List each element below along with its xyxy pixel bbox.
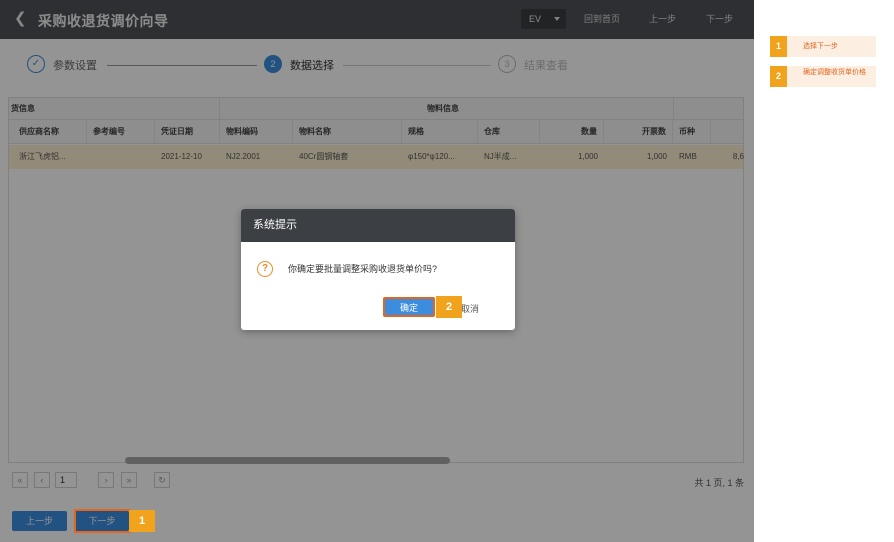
next-page-icon[interactable]: › [98,472,114,488]
wizard-steps: ✓ 参数设置 2 数据选择 3 结果查看 [0,48,754,80]
dialog-title: 系统提示 [241,209,515,242]
confirm-dialog: 系统提示 ? 你确定要批量调整采购收退货单价吗? 确定 取消 2 [241,209,515,330]
cell-amount: 8,6 [732,152,744,161]
cell-warehouse: NJ半成... [484,152,517,161]
step-connector [343,65,491,66]
annotation-step-1: 1 选择下一步 [770,36,876,57]
cell-date: 2021-12-10 [161,152,202,161]
last-page-icon[interactable]: » [121,472,137,488]
confirm-button[interactable]: 确定 [383,297,435,317]
column-header[interactable]: 凭证日期 [155,120,220,144]
cell-supplier: 浙江飞虎铝... [19,152,66,161]
dialog-message: 你确定要批量调整采购收退货单价吗? [288,264,438,274]
annotation-text: 选择下一步 [803,43,838,50]
column-divider [673,98,674,120]
cell-material-name: 40Cr圆钢轴套 [299,152,349,161]
back-chevron-icon[interactable]: ❮ [14,11,28,27]
step-1-label: 参数设置 [53,60,97,72]
page-number-input[interactable]: 1 [55,472,77,488]
step-3-label: 结果查看 [524,60,568,72]
caret-down-icon [554,17,560,21]
group-header-left: 货信息 [11,104,35,113]
cancel-button[interactable]: 取消 [461,302,479,315]
horizontal-scrollbar[interactable] [125,457,450,464]
cell-ref [87,145,155,169]
cell-invoiced: 1,000 [646,152,667,161]
column-header[interactable]: 仓库 [478,120,540,144]
group-header-material: 物料信息 [427,104,459,113]
step-1-check-icon: ✓ [27,55,45,73]
column-header[interactable]: 供应商名称 [13,120,87,144]
cell-currency: RMB [679,152,697,161]
cell-material-code: NJ2.2001 [226,152,261,161]
first-page-icon[interactable]: « [12,472,28,488]
step-3-indicator: 3 [498,55,516,73]
column-divider [219,98,220,120]
refresh-icon[interactable]: ↻ [154,472,170,488]
prev-page-icon[interactable]: ‹ [34,472,50,488]
column-header[interactable]: 规格 [402,120,478,144]
step-connector [107,65,257,66]
environment-label: EV [529,14,542,24]
annotation-text: 确定调整收货单价格 [803,69,866,76]
annotation-number: 1 [770,36,787,57]
column-header[interactable]: 物料名称 [293,120,402,144]
annotation-step-2: 2 确定调整收货单价格 [770,66,876,87]
column-header[interactable]: 币种 [673,120,711,144]
environment-select[interactable]: EV [521,9,566,29]
table-group-header: 货信息 物料信息 [9,98,743,120]
page-title: 采购收退货调价向导 [38,13,169,29]
wizard-window: ❮ 采购收退货调价向导 EV 回到首页 上一步 下一步 ✓ 参数设置 2 数据选… [0,0,754,542]
column-header[interactable]: 数量 [540,120,604,144]
column-header[interactable]: 开票数 [604,120,673,144]
annotation-number: 2 [770,66,787,87]
cell-spec: φ150*φ120... [408,152,455,161]
header-prev-button[interactable]: 上一步 [649,12,676,25]
question-icon: ? [257,261,273,277]
marker-2: 2 [436,296,462,318]
marker-1: 1 [129,510,155,532]
table-row[interactable]: 浙江飞虎铝... 2021-12-10 NJ2.2001 40Cr圆钢轴套 φ1… [9,145,744,169]
step-2-indicator: 2 [264,55,282,73]
cell-quantity: 1,000 [577,152,598,161]
home-button[interactable]: 回到首页 [584,12,620,25]
footer-next-button[interactable]: 下一步 [75,511,129,531]
step-2-label: 数据选择 [290,60,334,72]
column-header[interactable]: 参考编号 [87,120,155,144]
table-header-row: 供应商名称 参考编号 凭证日期 物料编码 物料名称 规格 仓库 数量 开票数 币… [9,120,743,144]
column-header[interactable]: 物料编码 [220,120,293,144]
header-next-button[interactable]: 下一步 [706,12,733,25]
footer-prev-button[interactable]: 上一步 [12,511,67,531]
title-bar: ❮ 采购收退货调价向导 EV 回到首页 上一步 下一步 [0,0,754,39]
page-summary: 共 1 页, 1 条 [694,478,744,488]
